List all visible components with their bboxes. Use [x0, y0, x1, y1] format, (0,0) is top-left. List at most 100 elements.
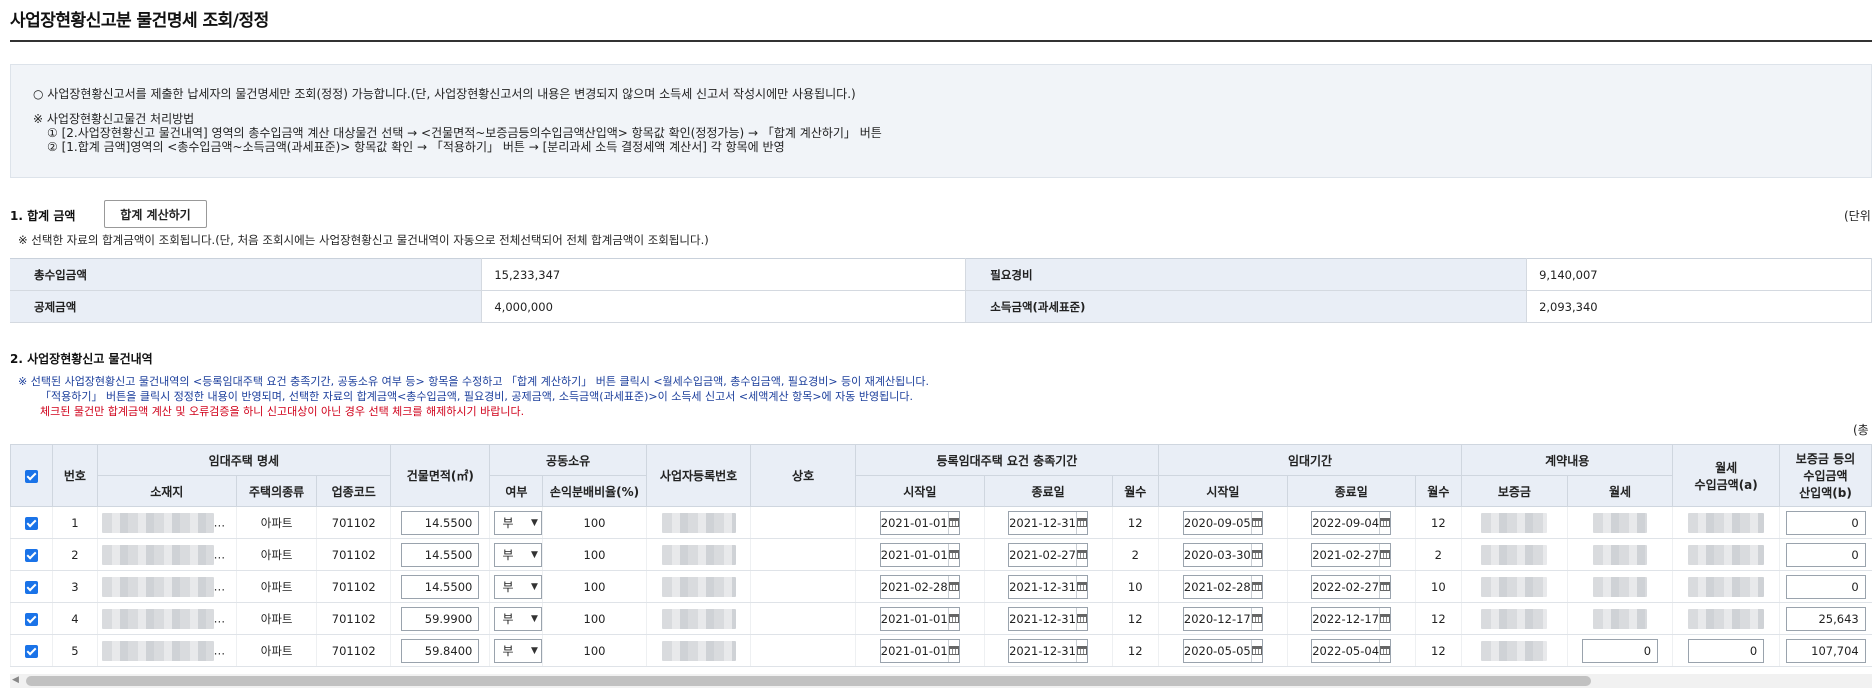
joint-cell: 부 ▼: [489, 602, 543, 635]
calendar-icon[interactable]: [1250, 543, 1262, 566]
reg-months-cell: 10: [1111, 570, 1159, 603]
scrollbar-thumb[interactable]: [26, 676, 1591, 686]
calendar-icon[interactable]: [1075, 607, 1088, 630]
calendar-icon[interactable]: [1379, 639, 1391, 662]
table-header-row: 번호 임대주택 명세 건물면적(㎡) 공동소유 사업자등록번호 상호 등록임대주…: [9, 444, 1872, 507]
lease-end-date-input[interactable]: 2022-02-27: [1311, 574, 1392, 599]
row-checkbox[interactable]: [25, 612, 39, 626]
deposit-income-input[interactable]: 0: [1785, 510, 1866, 535]
joint-select[interactable]: 부 ▼: [494, 638, 543, 663]
calendar-icon[interactable]: [947, 639, 959, 662]
lease-start-date-input[interactable]: 2021-02-28: [1182, 574, 1263, 599]
joint-select[interactable]: 부 ▼: [494, 606, 543, 631]
contract-header: 계약내용: [1461, 444, 1674, 476]
calendar-icon[interactable]: [1250, 575, 1262, 598]
lease-end-value: 2022-12-17: [1312, 611, 1380, 626]
lease-end-date-input[interactable]: 2022-09-04: [1311, 510, 1392, 535]
biz-no-cell: [645, 570, 751, 603]
calendar-icon[interactable]: [1379, 511, 1391, 534]
deposit-income-input[interactable]: 0: [1785, 542, 1866, 567]
row-checkbox-cell: [9, 538, 53, 571]
joint-select[interactable]: 부 ▼: [494, 510, 543, 535]
reg-end-value: 2021-12-31: [1009, 611, 1076, 626]
calendar-icon[interactable]: [1250, 511, 1262, 534]
lease-end-date-input[interactable]: 2021-02-27: [1311, 542, 1392, 567]
scroll-left-icon[interactable]: ◀: [12, 675, 19, 685]
reg-end-date-input[interactable]: 2021-12-31: [1008, 638, 1089, 663]
reg-end-date-input[interactable]: 2021-12-31: [1008, 510, 1089, 535]
lease-start-date-input[interactable]: 2020-09-05: [1182, 510, 1263, 535]
lease-end-date-input[interactable]: 2022-12-17: [1311, 606, 1392, 631]
area-input[interactable]: 59.8400: [401, 638, 480, 663]
row-checkbox[interactable]: [25, 580, 39, 594]
reg-start-date-input[interactable]: 2021-01-01: [879, 542, 960, 567]
reg-start-date-input[interactable]: 2021-01-01: [879, 510, 960, 535]
row-number: 4: [52, 602, 98, 635]
calendar-icon[interactable]: [1250, 639, 1262, 662]
table-row[interactable]: 2… 아파트 701102 14.5500 부 ▼ 100 2021-01-01 2021-02…: [9, 538, 1872, 571]
joint-select[interactable]: 부 ▼: [494, 574, 543, 599]
joint-cell: 부 ▼: [489, 634, 543, 667]
select-all-checkbox[interactable]: [25, 469, 39, 483]
calendar-icon[interactable]: [1075, 511, 1088, 534]
lease-start-date-input[interactable]: 2020-12-17: [1182, 606, 1263, 631]
row-checkbox[interactable]: [25, 548, 39, 562]
table-row[interactable]: 5… 아파트 701102 59.8400 부 ▼ 100 2021-01-01 2021-12…: [9, 634, 1872, 667]
calendar-icon[interactable]: [947, 511, 959, 534]
calendar-icon[interactable]: [947, 543, 959, 566]
reg-end-date-input[interactable]: 2021-12-31: [1008, 574, 1089, 599]
lease-start-value: 2020-05-05: [1183, 643, 1251, 658]
chevron-down-icon: ▼: [531, 549, 538, 560]
table-row[interactable]: 3… 아파트 701102 14.5500 부 ▼ 100 2021-02-28 2021-12…: [9, 570, 1872, 603]
calculate-total-button[interactable]: 합계 계산하기: [104, 200, 207, 228]
lease-start-date-input[interactable]: 2020-05-05: [1182, 638, 1263, 663]
area-input[interactable]: 59.9900: [401, 606, 480, 631]
area-input[interactable]: 14.5500: [401, 510, 480, 535]
reg-months-cell: 12: [1111, 602, 1159, 635]
profit-ratio-cell: 100: [542, 538, 647, 571]
calendar-icon[interactable]: [1075, 543, 1088, 566]
table-row[interactable]: 1… 아파트 701102 14.5500 부 ▼ 100 2021-01-01 2021-12…: [9, 506, 1872, 539]
deposit-income-cell: 25,643: [1778, 602, 1872, 635]
area-input[interactable]: 14.5500: [401, 542, 480, 567]
calendar-icon[interactable]: [947, 575, 959, 598]
reg-end-date-input[interactable]: 2021-02-27: [1008, 542, 1089, 567]
reg-end-date-input[interactable]: 2021-12-31: [1008, 606, 1089, 631]
lease-end-header: 종료일: [1286, 475, 1416, 507]
deposit-income-input[interactable]: 25,643: [1785, 606, 1866, 631]
lease-end-date-input[interactable]: 2022-05-04: [1311, 638, 1392, 663]
deposit-income-header-line: 산입액(b): [1799, 486, 1852, 500]
calendar-icon[interactable]: [1075, 639, 1088, 662]
rent-income-input[interactable]: 0: [1688, 638, 1765, 663]
row-checkbox[interactable]: [25, 516, 39, 530]
table-row[interactable]: 4… 아파트 701102 59.9900 부 ▼ 100 2021-01-01 2021-12…: [9, 602, 1872, 635]
calendar-icon[interactable]: [947, 607, 959, 630]
horizontal-scrollbar[interactable]: ◀: [10, 674, 1872, 688]
reg-start-date-input[interactable]: 2021-02-28: [879, 574, 960, 599]
calendar-icon[interactable]: [1379, 575, 1391, 598]
taxable-income-value: 2,093,340: [1526, 290, 1872, 323]
calendar-icon[interactable]: [1379, 607, 1391, 630]
masked-monthly-rent: [1593, 576, 1648, 597]
lease-start-date-input[interactable]: 2020-03-30: [1182, 542, 1263, 567]
deduction-label: 공제금액: [10, 290, 482, 323]
profit-ratio-header: 손익분배비율(%): [542, 475, 647, 507]
calendar-icon[interactable]: [1075, 575, 1088, 598]
calendar-icon[interactable]: [1379, 543, 1391, 566]
joint-cell: 부 ▼: [489, 538, 543, 571]
profit-ratio-cell: 100: [542, 506, 647, 539]
location-cell: …: [96, 570, 237, 603]
joint-select[interactable]: 부 ▼: [494, 542, 543, 567]
monthly-rent-input[interactable]: 0: [1582, 638, 1659, 663]
masked-monthly-rent: [1593, 512, 1648, 533]
area-input[interactable]: 14.5500: [401, 574, 480, 599]
calendar-icon[interactable]: [1250, 607, 1262, 630]
reg-start-date-input[interactable]: 2021-01-01: [879, 606, 960, 631]
lease-period-header: 임대기간: [1157, 444, 1463, 476]
row-checkbox[interactable]: [25, 644, 39, 658]
lease-months-cell: 12: [1414, 634, 1462, 667]
deposit-income-input[interactable]: 107,704: [1785, 638, 1866, 663]
deposit-income-input[interactable]: 0: [1785, 574, 1866, 599]
reg-start-date-input[interactable]: 2021-01-01: [879, 638, 960, 663]
reg-start-cell: 2021-01-01: [854, 634, 985, 667]
